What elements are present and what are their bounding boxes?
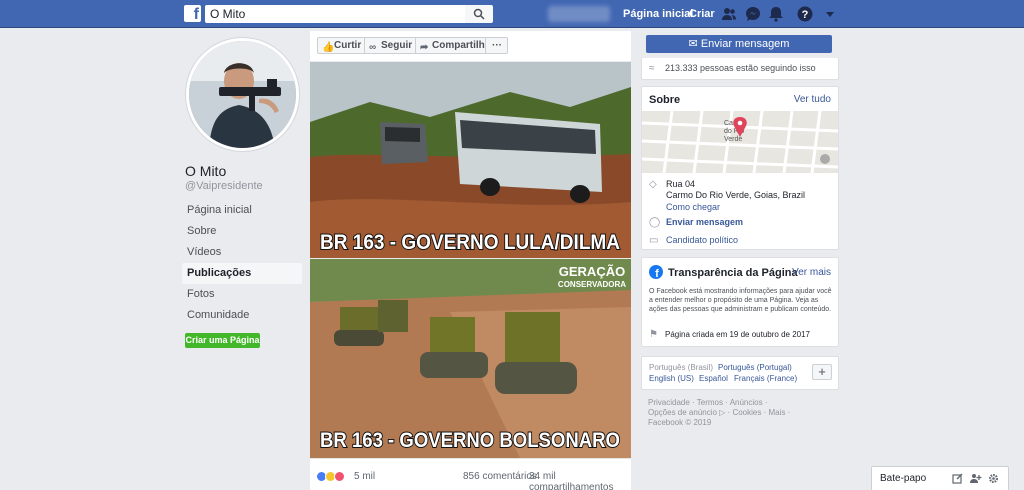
chat-bar[interactable]: Bate-papo <box>871 466 1009 490</box>
send-message-link[interactable]: Enviar mensagem <box>666 217 743 227</box>
messenger-row-icon: ◯ <box>649 217 661 228</box>
address-city: Carmo Do Rio Verde, Goias, Brazil <box>666 190 806 200</box>
footer-ads-link[interactable]: Anúncios <box>730 398 763 407</box>
chevron-down-icon[interactable] <box>822 6 838 22</box>
page-name: O Mito <box>185 163 227 179</box>
left-navigation: Página inicial Sobre Vídeos Publicações … <box>182 200 302 326</box>
language-link-pt-pt[interactable]: Português (Portugal) <box>718 363 792 372</box>
current-language: Português (Brasil) <box>649 363 714 372</box>
new-group-icon[interactable] <box>970 473 982 484</box>
languages-card: Português (Brasil) Português (Portugal) … <box>641 356 839 390</box>
facebook-logo-icon[interactable]: f <box>184 5 201 22</box>
see-all-link[interactable]: Ver tudo <box>794 94 831 105</box>
watermark-top: GERAÇÃO <box>559 264 625 279</box>
transparency-card: f Transparência da Página Ver mais O Fac… <box>641 257 839 347</box>
messenger-icon[interactable] <box>745 6 761 22</box>
svg-text:?: ? <box>802 9 809 21</box>
send-message-label: Enviar mensagem <box>700 38 790 50</box>
create-link[interactable]: Criar <box>689 8 715 20</box>
more-options-button[interactable]: ··· <box>485 37 508 54</box>
profile-photo <box>189 41 296 148</box>
comments-count[interactable]: 856 comentários <box>463 471 537 482</box>
about-title: Sobre <box>649 94 681 106</box>
about-card: Sobre Ver tudo Carmo do Rio Verde ◇ Rua … <box>641 86 839 250</box>
language-link-es[interactable]: Español <box>699 374 728 383</box>
profile-link[interactable] <box>548 6 610 22</box>
nav-item-photos[interactable]: Fotos <box>182 284 302 305</box>
flag-icon: ⚑ <box>649 329 658 340</box>
page-created-date: Página criada em 19 de outubro de 2017 <box>665 330 810 339</box>
friends-icon[interactable] <box>721 6 737 22</box>
location-icon: ◇ <box>649 179 657 190</box>
directions-link[interactable]: Como chegar <box>666 202 720 212</box>
like-label: Curtir <box>334 40 362 51</box>
add-language-button[interactable]: + <box>812 364 832 380</box>
top-bar: f Página inicial Criar ? <box>0 0 1024 28</box>
page-username[interactable]: @Vaipresidente <box>185 180 263 192</box>
like-page-button[interactable]: 👍 Curtir <box>317 37 368 54</box>
chat-label: Bate-papo <box>880 473 927 484</box>
nav-item-community[interactable]: Comunidade <box>182 305 302 326</box>
search-button[interactable] <box>465 5 493 23</box>
love-reaction-icon <box>334 470 345 482</box>
footer-links: Privacidade · Termos · Anúncios · Opções… <box>648 398 791 427</box>
share-arrow-icon: ➦ <box>420 42 429 53</box>
nav-item-about[interactable]: Sobre <box>182 221 302 242</box>
address-street: Rua 04 <box>666 179 696 189</box>
nav-item-posts[interactable]: Publicações <box>182 263 302 284</box>
footer-terms-link[interactable]: Termos <box>697 398 723 407</box>
category-icon: ▭ <box>649 235 659 246</box>
search-icon <box>473 8 485 20</box>
messenger-small-icon: ✉ <box>688 38 698 50</box>
location-map[interactable]: Carmo do Rio Verde <box>642 111 838 173</box>
footer-copyright: Facebook © 2019 <box>648 418 712 427</box>
footer-adchoices-link[interactable]: Opções de anúncio <box>648 408 717 417</box>
profile-picture[interactable] <box>186 38 299 151</box>
thumbs-up-icon: 👍 <box>322 42 335 53</box>
post-engagement-bar: 5 mil 856 comentários 34 mil compartilha… <box>310 458 631 490</box>
transparency-title: Transparência da Página <box>668 267 798 279</box>
reactions-summary[interactable] <box>316 470 345 482</box>
reactions-count[interactable]: 5 mil <box>354 471 375 482</box>
search-input[interactable] <box>205 5 465 23</box>
follow-label: Seguir <box>381 40 413 51</box>
map-info-icon[interactable] <box>820 154 830 164</box>
page-action-bar: 👍 Curtir ∞ Seguir ➦ Compartilhar ··· <box>310 31 631 61</box>
category-link[interactable]: Candidato político <box>666 235 738 245</box>
transparency-body: O Facebook está mostrando informações pa… <box>649 288 832 313</box>
nav-item-videos[interactable]: Vídeos <box>182 242 302 263</box>
post-image[interactable]: BR 163 - GOVERNO LULA/DILMA GERAÇÃO CONS… <box>310 62 631 458</box>
language-link-fr[interactable]: Français (France) <box>734 374 797 383</box>
followers-count: 213.333 pessoas estão seguindo isso <box>665 63 816 73</box>
footer-more-link[interactable]: Mais <box>768 408 785 417</box>
caption-bottom: BR 163 - GOVERNO BOLSONARO <box>320 429 620 452</box>
chat-settings-gear-icon[interactable] <box>988 473 999 484</box>
caption-top: BR 163 - GOVERNO LULA/DILMA <box>320 231 620 254</box>
followers-card: ≈ 213.333 pessoas estão seguindo isso <box>641 58 839 80</box>
post-photo: BR 163 - GOVERNO LULA/DILMA GERAÇÃO CONS… <box>310 62 631 458</box>
notifications-bell-icon[interactable] <box>768 6 784 22</box>
send-message-button[interactable]: ✉ Enviar mensagem <box>646 35 832 53</box>
follow-button[interactable]: ∞ Seguir <box>364 37 419 54</box>
help-icon[interactable]: ? <box>797 6 813 22</box>
shares-count[interactable]: 34 mil compartilhamentos <box>529 471 631 490</box>
footer-privacy-link[interactable]: Privacidade <box>648 398 690 407</box>
rss-follow-icon: ≈ <box>649 63 655 74</box>
watermark-bottom: CONSERVADORA <box>558 280 626 289</box>
adchoices-icon: ▷ <box>719 408 726 417</box>
footer-cookies-link[interactable]: Cookies <box>732 408 761 417</box>
compose-icon[interactable] <box>952 473 963 484</box>
rss-icon: ∞ <box>369 42 377 53</box>
home-link[interactable]: Página inicial <box>623 8 693 20</box>
facebook-circle-icon: f <box>649 265 663 279</box>
map-city-label-3: Verde <box>724 136 742 143</box>
svg-text:f: f <box>655 268 659 279</box>
language-link-en-us[interactable]: English (US) <box>649 374 694 383</box>
see-more-link[interactable]: Ver mais <box>792 267 831 278</box>
nav-item-home[interactable]: Página inicial <box>182 200 302 221</box>
create-page-button[interactable]: Criar uma Página <box>185 333 260 348</box>
